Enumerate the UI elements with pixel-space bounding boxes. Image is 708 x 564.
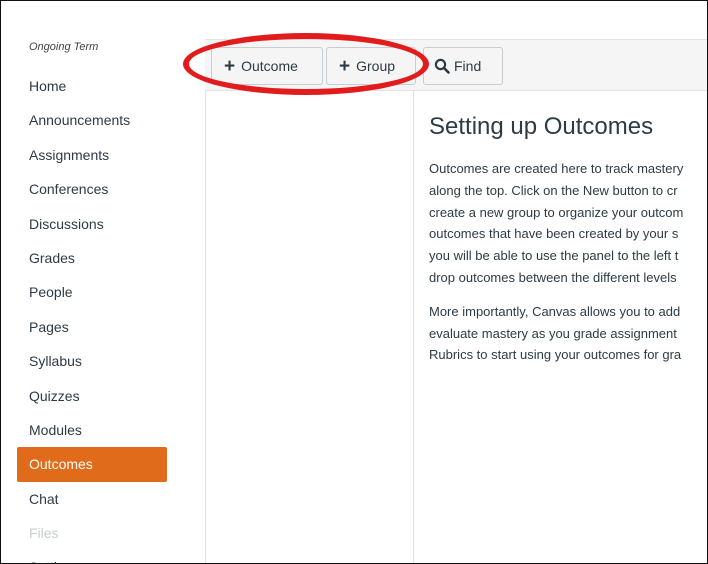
sidebar-item-pages[interactable]: Pages	[17, 310, 167, 344]
add-group-label: Group	[356, 58, 396, 74]
page-title: Setting up Outcomes	[429, 113, 654, 140]
sidebar-item-modules[interactable]: Modules	[17, 413, 167, 447]
search-icon	[434, 58, 450, 74]
sidebar-item-chat[interactable]: Chat	[17, 482, 167, 516]
outcome-tree-divider	[413, 91, 414, 563]
sidebar-item-settings[interactable]: Settings	[17, 550, 167, 563]
text-line: along the top. Click on the New button t…	[429, 182, 678, 198]
sidebar-item-announcements[interactable]: Announcements	[17, 103, 167, 137]
sidebar-item-syllabus[interactable]: Syllabus	[17, 344, 167, 378]
add-group-button[interactable]: + Group	[326, 47, 416, 85]
find-label: Find	[454, 58, 482, 74]
text-line: drop outcomes between the different leve…	[429, 269, 677, 285]
outcomes-toolbar: + Outcome + Group Find	[205, 39, 707, 91]
sidebar-item-grades[interactable]: Grades	[17, 241, 167, 275]
term-label: Ongoing Term	[29, 41, 99, 53]
intro-paragraph-2: More importantly, Canvas allows you to a…	[429, 301, 707, 366]
course-nav: Home Announcements Assignments Conferenc…	[17, 69, 167, 563]
sidebar-item-people[interactable]: People	[17, 275, 167, 309]
add-outcome-label: Outcome	[241, 58, 298, 74]
sidebar-item-conferences[interactable]: Conferences	[17, 172, 167, 206]
content-divider-left	[205, 39, 206, 563]
sidebar-item-assignments[interactable]: Assignments	[17, 138, 167, 172]
intro-paragraph-1: Outcomes are created here to track maste…	[429, 158, 707, 289]
text-line: More importantly, Canvas allows you to a…	[429, 303, 681, 319]
text-line: outcomes that have been created by your …	[429, 226, 679, 242]
add-outcome-button[interactable]: + Outcome	[211, 47, 323, 85]
find-button[interactable]: Find	[423, 47, 503, 85]
sidebar-item-files[interactable]: Files	[17, 516, 167, 550]
text-line: evaluate mastery as you grade assignment	[429, 325, 677, 341]
canvas-window: Ongoing Term Home Announcements Assignme…	[0, 0, 708, 564]
text-line: you will be able to use the panel to the…	[429, 248, 679, 264]
sidebar-item-discussions[interactable]: Discussions	[17, 207, 167, 241]
plus-icon: +	[224, 55, 236, 77]
text-line: Outcomes are created here to track maste…	[429, 161, 684, 176]
outcomes-intro: Setting up Outcomes Outcomes are created…	[429, 113, 707, 378]
text-line: create a new group to organize your outc…	[429, 204, 684, 220]
sidebar-item-home[interactable]: Home	[17, 69, 167, 103]
sidebar-item-quizzes[interactable]: Quizzes	[17, 379, 167, 413]
sidebar-item-outcomes[interactable]: Outcomes	[17, 447, 167, 482]
text-line: Rubrics to start using your outcomes for…	[429, 347, 682, 363]
plus-icon: +	[339, 55, 351, 77]
